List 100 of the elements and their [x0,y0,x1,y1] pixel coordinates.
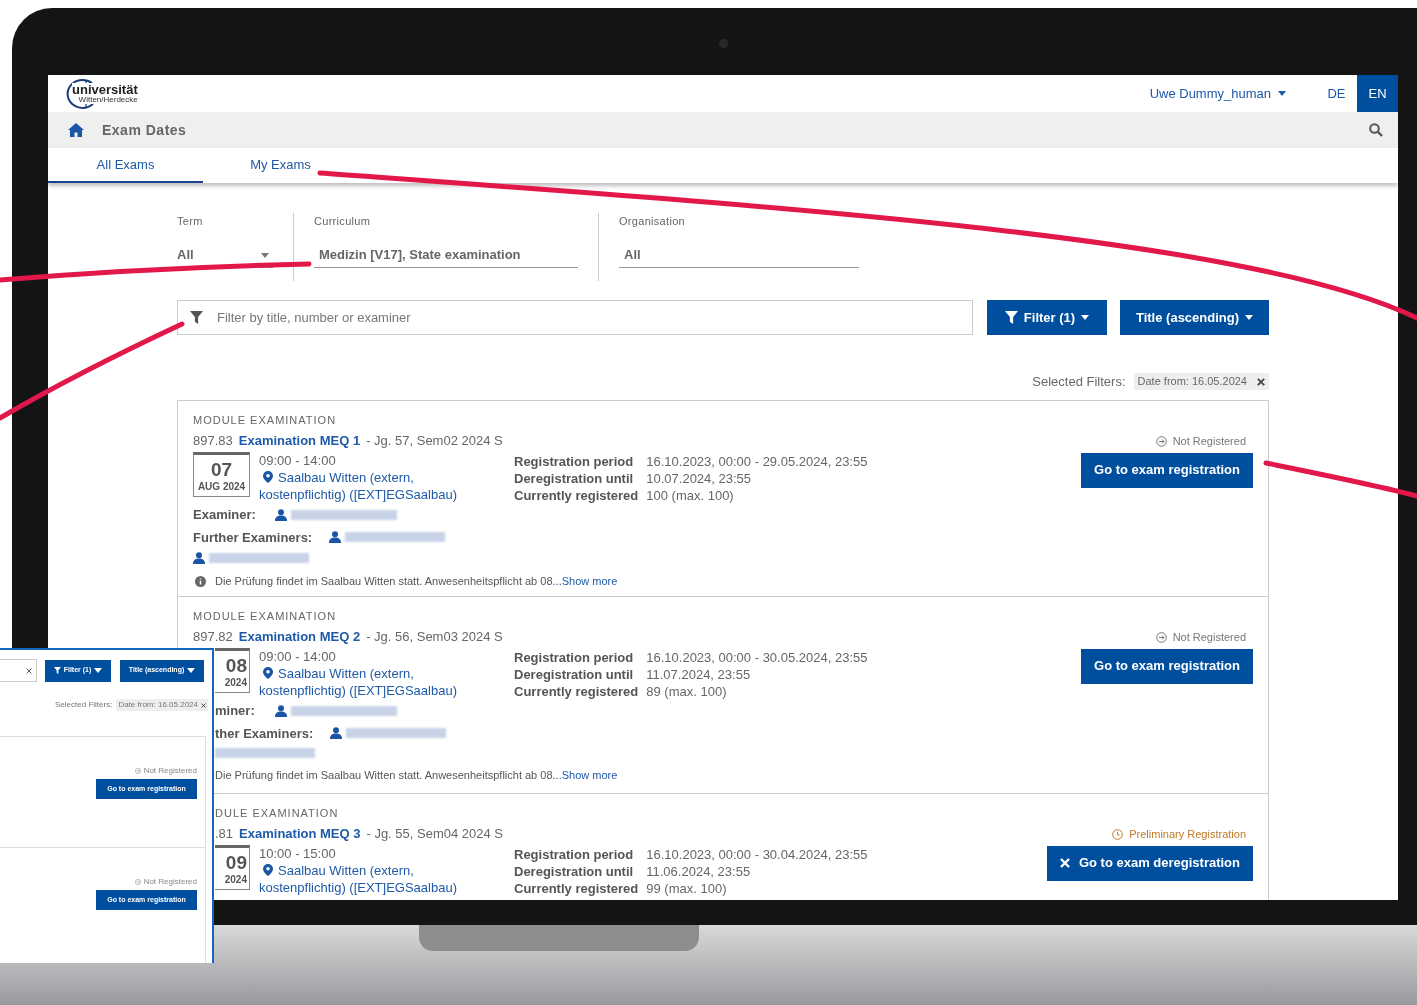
deregistration-button[interactable]: Go to exam deregistration [1046,845,1253,881]
close-icon [26,667,32,674]
show-more-link[interactable]: ...Show more [552,573,618,590]
registration-value: 11.07.2024, 23:55 [646,666,752,683]
registration-status: Not Registered [1155,433,1246,450]
person-icon [275,508,287,521]
registration-button[interactable]: Go to exam registration [1081,452,1253,488]
filter-button[interactable]: Filter (1) [987,300,1107,335]
date-day: 07 [210,459,233,479]
info-icon [195,575,206,587]
registration-value: 11.06.2024, 23:55 [646,863,752,880]
registration-button[interactable]: Go to exam registration [1081,648,1253,684]
registration-label: Registration period [514,846,635,863]
university-logo[interactable]: universität Witten/Herdecke [62,77,138,110]
registration-status: Preliminary Registration [1112,826,1246,843]
examiner-label: miner: [215,702,256,720]
exam-time: 09:00 - 14:00 [259,648,337,665]
language-option[interactable]: EN [1357,75,1398,112]
registration-label: Registration period [514,453,635,470]
arrow-circle-icon [134,768,141,774]
close-icon [1059,858,1070,868]
show-more-link[interactable]: ...Show more [552,767,618,784]
filter-chip[interactable]: Date from: 16.05.2024 [116,699,208,711]
term-dropdown[interactable]: All [177,243,273,268]
exam-title-link[interactable]: Examination MEQ 1 [238,430,361,450]
search-field[interactable] [0,659,37,682]
registration-value: 16.10.2023, 00:00 - 29.05.2024, 23:55 [646,453,868,470]
map-pin-icon [263,471,273,483]
further-examiners-label: ther Examiners: [215,724,314,743]
registration-label: Deregistration until [514,863,635,880]
further-examiners-label: Further Examiners: [193,528,313,547]
map-pin-icon [263,864,273,876]
location-link[interactable]: Saalbau Witten (extern, kostenpflichtig) ([EXT]EGSaalbau) [259,665,469,699]
filter-icon [1004,311,1018,324]
arrow-circle-icon [134,879,141,885]
registration-label: Currently registered [514,683,639,700]
logo-subtitle: Witten/Herdecke [78,96,138,104]
location-link[interactable]: Saalbau Witten (extern, kostenpflichtig) ([EXT]EGSaalbau) [259,862,469,896]
exam-title-link[interactable]: Examination MEQ 2 [238,626,361,646]
caret-icon [94,668,103,673]
person-icon [193,552,205,564]
close-icon [1257,377,1265,386]
exam-meta: - Jg. 57, Sem02 2024 S [366,431,503,450]
registration-value: 16.10.2023, 00:00 - 30.04.2024, 23:55 [646,846,868,863]
language-option[interactable]: DE [1316,75,1357,112]
exam-type-label: MODULE EXAMINATION [193,609,338,624]
registration-value: 99 (max. 100) [646,880,728,897]
field-label: Term [177,214,204,229]
registration-status: Not Registered [134,876,197,888]
filter-icon [53,667,61,674]
registration-value: 89 (max. 100) [646,683,728,700]
exam-note: Die Prüfung findet im Saalbau Witten statt. Anwesenheitspflicht ab 08 [215,768,553,783]
exam-meta: - Jg. 55, Sem04 2024 S [366,824,504,843]
caret-icon [1081,315,1090,320]
date-month: 2024 [224,874,247,885]
date-month: AUG 2024 [197,481,246,492]
person-icon [330,727,343,740]
filter-field[interactable]: All [619,243,859,268]
person-icon [329,531,342,544]
map-pin-icon [263,667,273,679]
exam-note: Die Prüfung findet im Saalbau Witten statt. Anwesenheitspflicht ab 08 [215,574,553,589]
person-icon [275,704,287,717]
caret-icon [1278,91,1286,96]
search-icon[interactable] [1369,123,1383,137]
registration-label: Currently registered [514,880,639,897]
registration-value: 100 (max. 100) [646,487,735,504]
user-menu[interactable]: Uwe Dummy_human [1149,83,1286,104]
caret-icon [1245,315,1254,320]
registration-label: Currently registered [514,487,639,504]
search-field[interactable]: Filter by title, number or examiner [177,300,973,335]
arrow-circle-icon [1155,435,1167,447]
exam-number: 897.83 [193,431,233,450]
date-day: 09 [225,852,247,872]
caret-icon [261,252,269,258]
tab[interactable]: My Exams [203,148,358,183]
registration-label: Deregistration until [514,470,635,487]
selected-filters-label: Selected Filters: [1032,372,1126,391]
exam-type-label: MODULE EXAMINATION [193,413,338,428]
page-title: Exam Dates [102,120,187,140]
filter-field[interactable]: Medizin [V17], State examination [314,243,578,268]
location-link[interactable]: Saalbau Witten (extern, kostenpflichtig) ([EXT]EGSaalbau) [259,469,469,503]
tab[interactable]: All Exams [48,148,203,183]
registration-value: 10.07.2024, 23:55 [646,470,753,487]
date-month: 2024 [224,677,247,688]
filter-chip[interactable]: Date from: 16.05.2024 [1133,373,1269,390]
logo-wordmark: universität [72,83,138,96]
examiner-label: Examiner: [193,506,257,524]
home-icon[interactable] [68,123,84,137]
exam-time: 10:00 - 15:00 [259,845,337,862]
filter-icon [190,311,203,324]
sort-button[interactable]: Title (ascending) [1120,300,1269,335]
exam-title-link[interactable]: Examination MEQ 3 [239,823,361,843]
registration-label: Registration period [514,649,635,666]
registration-status: Not Registered [1155,629,1246,646]
exam-number: .81 [215,824,234,843]
exam-number: 897.82 [193,627,233,646]
field-label: Curriculum [314,214,372,229]
selected-filters-label: Selected Filters: [55,699,113,711]
exam-time: 09:00 - 14:00 [259,452,337,469]
close-icon [201,702,206,708]
